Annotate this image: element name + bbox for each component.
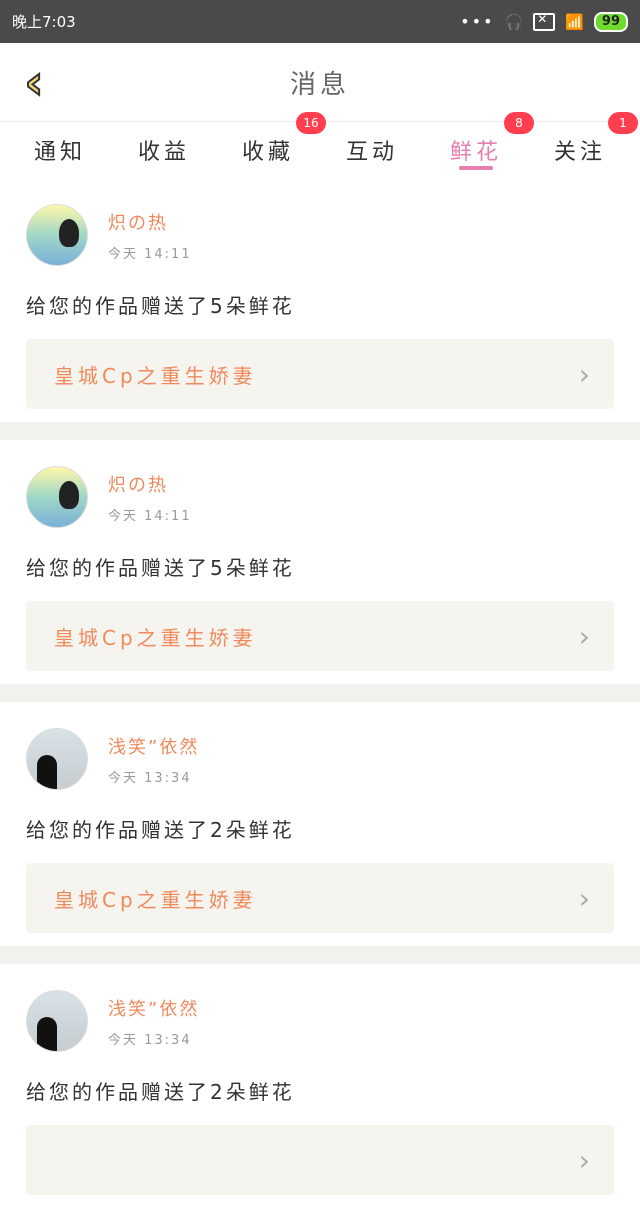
chevron-right-icon: › (578, 1143, 590, 1177)
tab-badge: 8 (504, 112, 534, 134)
divider (0, 946, 640, 964)
headset-icon: 🎧 (504, 12, 524, 31)
avatar[interactable] (26, 728, 88, 790)
message-feed: 炽の热 今天 14:11 给您的作品赠送了5朵鲜花 皇城Cp之重生娇妻 › 炽の… (0, 178, 640, 1208)
chevron-right-icon: › (578, 619, 590, 653)
tab-earnings[interactable]: 收益 (116, 122, 212, 178)
chevron-left-icon: ‹ (24, 54, 45, 110)
work-title: 皇城Cp之重生娇妻 (54, 363, 257, 388)
username[interactable]: 浅笑”依然 (108, 733, 199, 759)
battery-indicator: 99 (593, 11, 628, 32)
tab-badge: 1 (608, 112, 638, 134)
tab-follow[interactable]: 关注 1 (532, 112, 638, 178)
chevron-right-icon: › (578, 357, 590, 391)
work-link[interactable]: 皇城Cp之重生娇妻 › (26, 601, 614, 671)
divider (0, 684, 640, 702)
wifi-icon: 📶 (565, 12, 584, 31)
username[interactable]: 炽の热 (108, 471, 192, 497)
work-link[interactable]: 皇城Cp之重生娇妻 › (26, 863, 614, 933)
list-item: 浅笑”依然 今天 13:34 给您的作品赠送了2朵鲜花 皇城Cp之重生娇妻 › (0, 702, 640, 946)
chevron-right-icon: › (578, 881, 590, 915)
more-dots-icon: ••• (460, 12, 495, 31)
tab-label: 收藏 (241, 140, 294, 165)
tab-label: 关注 (553, 140, 606, 165)
message-text: 给您的作品赠送了5朵鲜花 (26, 294, 295, 318)
status-icons: ••• 🎧 📶 99 (460, 11, 628, 32)
page-title: 消息 (289, 69, 350, 100)
username[interactable]: 炽の热 (108, 209, 192, 235)
tab-notice[interactable]: 通知 (12, 122, 108, 178)
work-link[interactable]: › (26, 1125, 614, 1195)
tab-label: 收益 (137, 140, 190, 165)
message-text: 给您的作品赠送了5朵鲜花 (26, 556, 295, 580)
tab-label: 互动 (345, 140, 398, 165)
divider (0, 422, 640, 440)
list-item: 浅笑”依然 今天 13:34 给您的作品赠送了2朵鲜花 › (0, 964, 640, 1208)
user-row: 炽の热 今天 14:11 (26, 466, 614, 528)
timestamp: 今天 13:34 (108, 770, 192, 786)
message-text: 给您的作品赠送了2朵鲜花 (26, 818, 295, 842)
avatar[interactable] (26, 990, 88, 1052)
work-link[interactable]: 皇城Cp之重生娇妻 › (26, 339, 614, 409)
timestamp: 今天 14:11 (108, 246, 192, 262)
work-title: 皇城Cp之重生娇妻 (54, 625, 257, 650)
message-text: 给您的作品赠送了2朵鲜花 (26, 1080, 295, 1104)
back-button[interactable]: ‹ (14, 54, 54, 110)
tab-label: 通知 (33, 140, 86, 165)
tab-interaction[interactable]: 互动 (324, 122, 420, 178)
status-bar: 晚上7:03 ••• 🎧 📶 99 (0, 0, 640, 43)
timestamp: 今天 14:11 (108, 508, 192, 524)
user-row: 浅笑”依然 今天 13:34 (26, 728, 614, 790)
user-row: 浅笑”依然 今天 13:34 (26, 990, 614, 1052)
tab-label: 鲜花 (449, 140, 502, 165)
user-row: 炽の热 今天 14:11 (26, 204, 614, 266)
avatar[interactable] (26, 466, 88, 528)
tab-flowers[interactable]: 鲜花 8 (428, 112, 534, 178)
tab-badge: 16 (296, 112, 326, 134)
list-item: 炽の热 今天 14:11 给您的作品赠送了5朵鲜花 皇城Cp之重生娇妻 › (0, 440, 640, 684)
work-title: 皇城Cp之重生娇妻 (54, 887, 257, 912)
tab-favorites[interactable]: 收藏 16 (220, 112, 326, 178)
header: ‹ 消息 (0, 43, 640, 122)
username[interactable]: 浅笑”依然 (108, 995, 199, 1021)
avatar[interactable] (26, 204, 88, 266)
tab-bar: 通知 收益 收藏 16 互动 鲜花 8 关注 1 (0, 112, 640, 178)
no-sim-icon (533, 12, 556, 31)
timestamp: 今天 13:34 (108, 1032, 192, 1048)
list-item: 炽の热 今天 14:11 给您的作品赠送了5朵鲜花 皇城Cp之重生娇妻 › (0, 178, 640, 422)
status-time: 晚上7:03 (12, 13, 76, 31)
